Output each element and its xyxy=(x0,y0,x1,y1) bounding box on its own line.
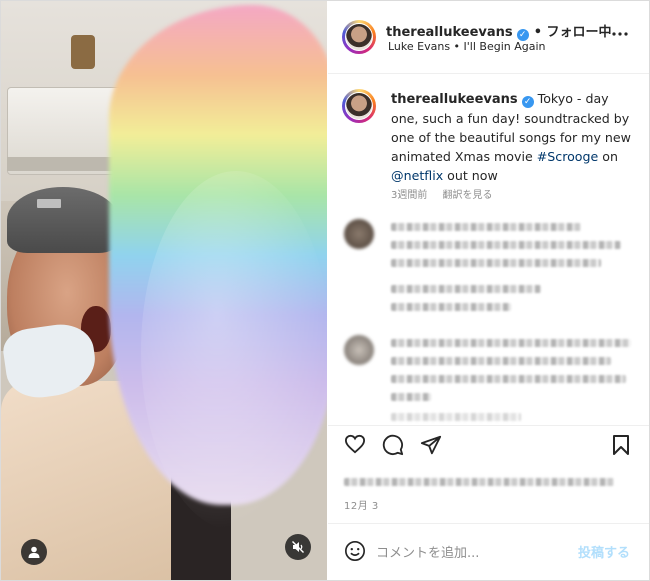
caption-text: thereallukeevans ✓ Tokyo - day one, such … xyxy=(391,89,631,185)
hashtag-link[interactable]: #Scrooge xyxy=(537,149,599,164)
comment-divider xyxy=(328,523,649,524)
verified-icon: ✓ xyxy=(521,96,534,108)
post-dialog: thereallukeevans ✓ • フォロー中 Luke Evans • I… xyxy=(0,0,650,581)
comment-blurred-line xyxy=(391,357,611,365)
header-username[interactable]: thereallukeevans xyxy=(386,25,513,40)
more-options-icon[interactable] xyxy=(612,32,628,36)
comment-blurred-line xyxy=(391,339,631,347)
emoji-icon[interactable] xyxy=(344,540,366,562)
post-media[interactable] xyxy=(1,1,327,580)
comment-blurred-line xyxy=(391,393,431,401)
actions-divider xyxy=(328,425,649,426)
caption-body-mid: on xyxy=(598,149,618,164)
comment-blurred-line xyxy=(391,413,521,421)
heart-icon[interactable] xyxy=(344,434,366,454)
comment-blurred-line xyxy=(391,241,621,249)
media-beanie xyxy=(7,187,119,253)
caption-avatar[interactable] xyxy=(342,89,376,123)
caption-username[interactable]: thereallukeevans xyxy=(391,92,518,107)
media-beanie-tag xyxy=(37,199,61,208)
comment-avatar[interactable] xyxy=(344,335,374,365)
mention-link[interactable]: @netflix xyxy=(391,168,443,183)
header-avatar[interactable] xyxy=(342,20,376,54)
share-icon[interactable] xyxy=(420,434,442,456)
comment-blurred-line xyxy=(391,259,601,267)
post-date[interactable]: 12月 3 xyxy=(344,497,379,512)
media-lamp xyxy=(71,35,95,69)
caption-time-ago[interactable]: 3週間前 xyxy=(391,190,427,201)
user-tag-icon xyxy=(28,546,40,558)
caption-meta: 3週間前 翻訳を見る xyxy=(391,183,492,202)
muted-audio-icon xyxy=(292,541,304,553)
user-tag-button[interactable] xyxy=(21,539,47,565)
header-subtitle[interactable]: Luke Evans • I'll Begin Again xyxy=(388,40,546,53)
comment-input[interactable]: コメントを追加... xyxy=(376,542,479,561)
comment-blurred-line xyxy=(391,375,626,383)
translate-link[interactable]: 翻訳を見る xyxy=(442,190,492,201)
post-comment-button[interactable]: 投稿する xyxy=(578,542,630,561)
header-divider xyxy=(328,73,649,74)
media-cotton-candy-highlight xyxy=(141,171,327,531)
comment-avatar[interactable] xyxy=(344,219,374,249)
comment-blurred-line xyxy=(391,285,541,293)
comment-blurred-line xyxy=(391,303,511,311)
caption-body-end: out now xyxy=(443,168,498,183)
audio-toggle-button[interactable] xyxy=(285,534,311,560)
bookmark-icon[interactable] xyxy=(612,434,630,456)
likes-blurred-line xyxy=(344,478,614,486)
comment-icon[interactable] xyxy=(382,434,404,456)
post-details-panel: thereallukeevans ✓ • フォロー中 Luke Evans • I… xyxy=(328,1,649,580)
follow-status[interactable]: • フォロー中 xyxy=(534,25,612,40)
header-user-row: thereallukeevans ✓ • フォロー中 xyxy=(386,21,612,41)
comment-blurred-line xyxy=(391,223,581,231)
